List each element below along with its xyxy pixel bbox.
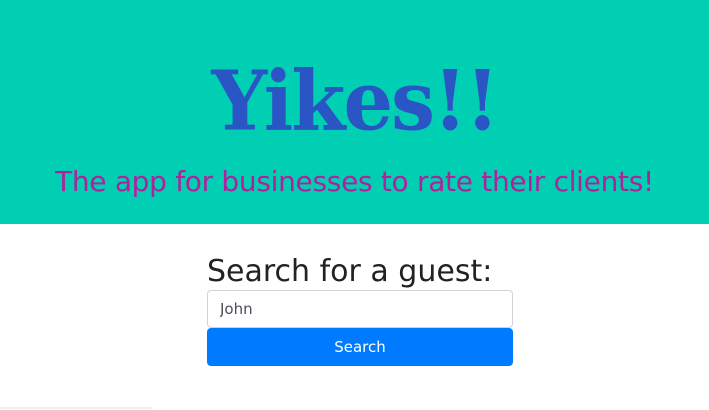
hero-banner: Yikes!! The app for businesses to rate t… [0,0,709,224]
guest-search-input[interactable] [207,290,513,328]
app-tagline: The app for businesses to rate their cli… [55,165,654,198]
divider [0,407,152,409]
search-heading: Search for a guest: [207,254,493,289]
search-button[interactable]: Search [207,328,513,366]
app-logo: Yikes!! [211,53,499,150]
